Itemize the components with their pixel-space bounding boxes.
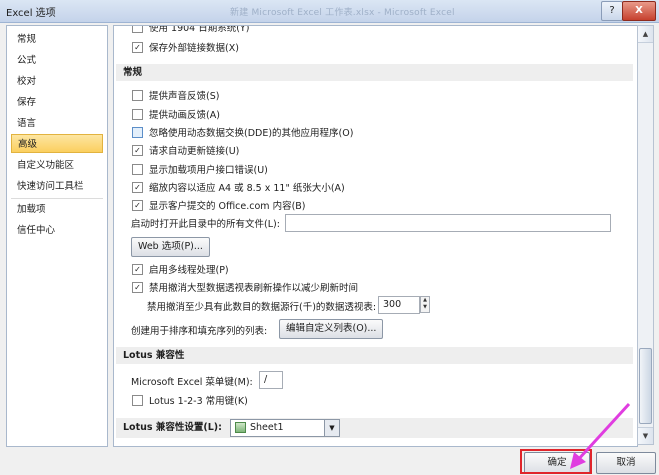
- annotation-arrow-icon: [570, 402, 631, 469]
